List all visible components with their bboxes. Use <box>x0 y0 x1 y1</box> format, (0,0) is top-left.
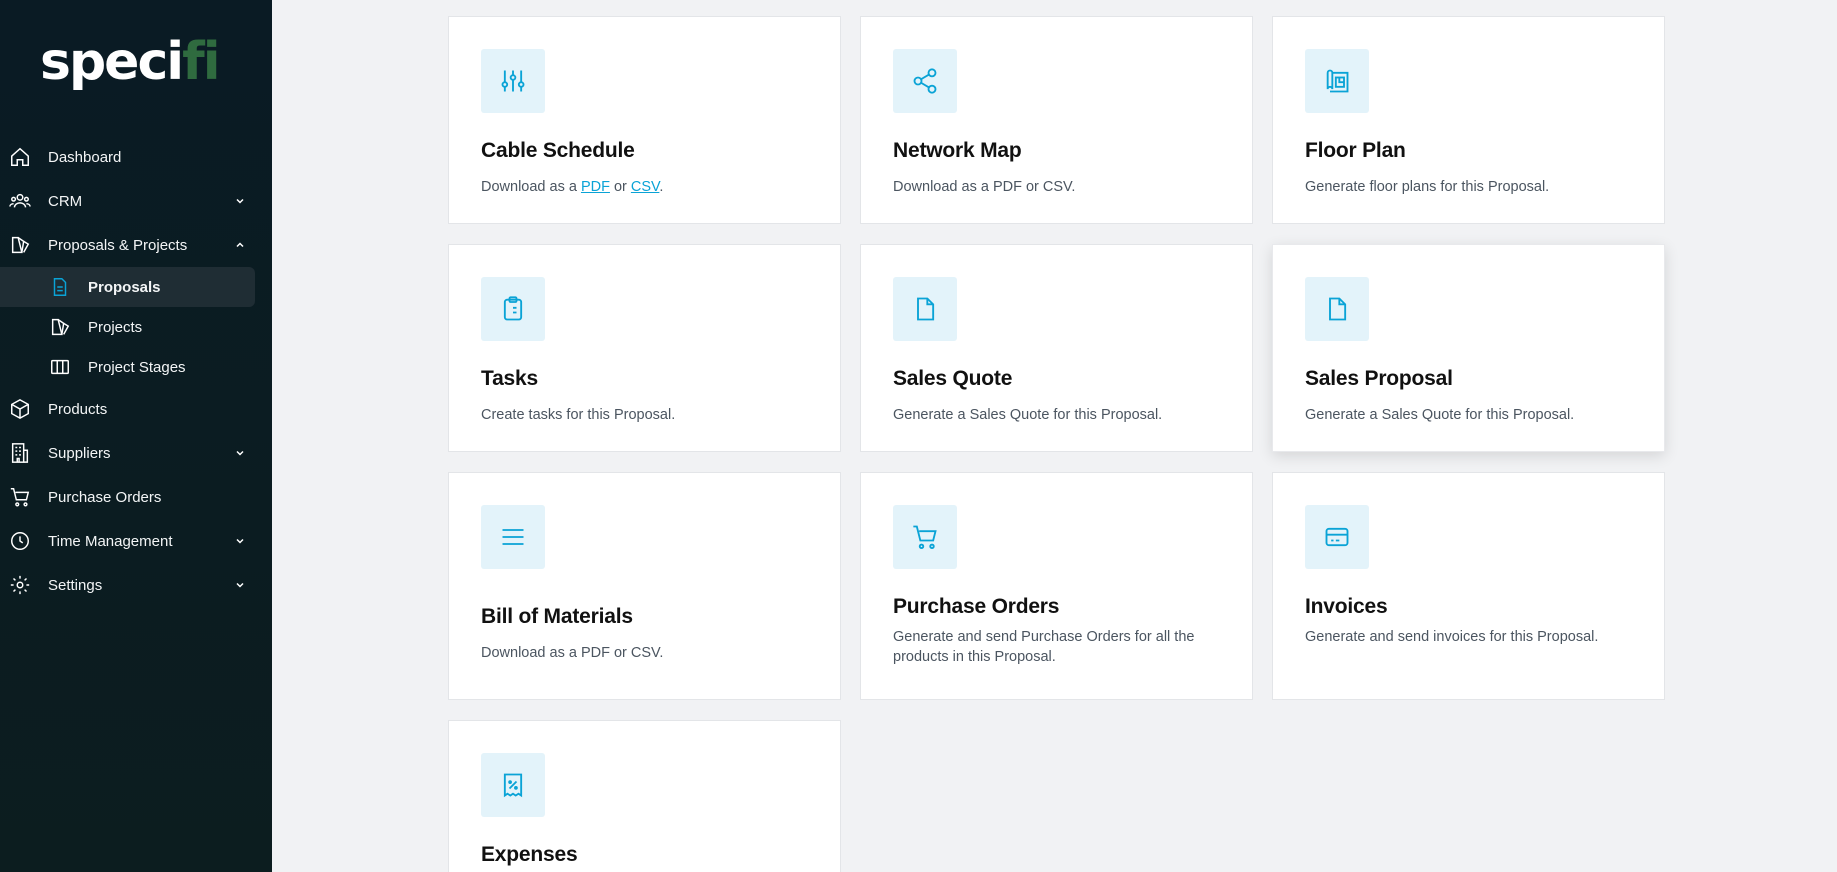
card-description: Download as a PDF or CSV. <box>893 179 1076 195</box>
projects-icon <box>51 318 70 336</box>
sidebar-item-products[interactable]: Products <box>0 387 272 431</box>
icon-tile <box>893 277 957 341</box>
document-icon <box>917 297 935 321</box>
icon-tile <box>893 505 957 569</box>
icon-tile <box>893 49 957 113</box>
logo[interactable]: specifi <box>40 30 221 94</box>
sidebar: specifi Dashboard CRM Proposals & Projec… <box>0 0 272 872</box>
card-description: Generate floor plans for this Proposal. <box>1305 179 1550 195</box>
sidebar-item-label: Dashboard <box>48 148 122 166</box>
card-sales-proposal[interactable]: Sales Proposal Generate a Sales Quote fo… <box>1272 244 1665 452</box>
card-purchase-orders[interactable]: Purchase Orders Generate and send Purcha… <box>860 472 1253 700</box>
chevron-up-icon <box>236 242 244 248</box>
card-description: Download as a PDF or CSV. <box>481 645 664 661</box>
sidebar-item-label: Time Management <box>48 532 173 550</box>
card-title: Sales Quote <box>893 367 1013 390</box>
card-description: Generate a Sales Quote for this Proposal… <box>893 407 1163 423</box>
sliders-icon <box>501 70 525 92</box>
card-floor-plan[interactable]: Floor Plan Generate floor plans for this… <box>1272 16 1665 224</box>
cart-icon <box>10 488 30 507</box>
sidebar-item-label: Products <box>48 400 108 418</box>
share-icon <box>913 68 937 94</box>
icon-tile <box>1305 49 1369 113</box>
menu-lines-icon <box>502 529 524 545</box>
document-icon <box>1329 297 1347 321</box>
home-icon <box>11 147 29 166</box>
icon-tile <box>481 49 545 113</box>
card-expenses[interactable]: Expenses <box>448 720 841 872</box>
sidebar-item-crm[interactable]: CRM <box>0 179 272 223</box>
card-title: Tasks <box>481 367 538 390</box>
icon-tile <box>481 753 545 817</box>
card-cable-schedule[interactable]: Cable Schedule Download as a PDF or CSV. <box>448 16 841 224</box>
chevron-down-icon <box>236 582 244 588</box>
sidebar-item-label: Projects <box>88 318 143 336</box>
icon-tile <box>481 505 545 569</box>
card-sales-quote[interactable]: Sales Quote Generate a Sales Quote for t… <box>860 244 1253 452</box>
cart-icon <box>913 525 937 550</box>
sidebar-item-label: Settings <box>48 576 103 594</box>
sidebar-item-label: Proposals <box>88 278 161 296</box>
box-icon <box>11 398 29 420</box>
icon-tile <box>1305 505 1369 569</box>
sidebar-item-purchase-orders[interactable]: Purchase Orders <box>0 475 272 519</box>
card-title: Purchase Orders <box>893 595 1060 618</box>
sidebar-item-proposals[interactable]: Proposals <box>0 267 255 307</box>
card-bill-of-materials[interactable]: Bill of Materials Download as a PDF or C… <box>448 472 841 700</box>
pdf-link[interactable]: PDF <box>581 179 610 195</box>
card-description-text: . <box>659 179 664 195</box>
building-icon <box>11 443 29 463</box>
sidebar-item-label: Purchase Orders <box>48 488 162 506</box>
card-tasks[interactable]: Tasks Create tasks for this Proposal. <box>448 244 841 452</box>
receipt-percent-icon <box>503 773 523 798</box>
chevron-down-icon <box>236 538 244 544</box>
credit-card-icon <box>1325 527 1349 547</box>
card-invoices[interactable]: Invoices Generate and send invoices for … <box>1272 472 1665 700</box>
card-title: Network Map <box>893 139 1022 162</box>
card-title: Bill of Materials <box>481 605 633 628</box>
logo-text-tail: fi <box>182 32 220 92</box>
users-icon <box>9 193 31 208</box>
columns-icon <box>51 359 69 375</box>
clock-icon <box>11 532 29 550</box>
sidebar-item-label: CRM <box>48 192 83 210</box>
sidebar-item-label: Project Stages <box>88 358 186 376</box>
card-title: Floor Plan <box>1305 139 1406 162</box>
card-title: Expenses <box>481 843 578 866</box>
card-description: Create tasks for this Proposal. <box>481 407 676 423</box>
projects-icon <box>11 236 30 254</box>
sidebar-item-label: Suppliers <box>48 444 111 462</box>
card-description: Generate and send Purchase Orders for al… <box>893 629 1195 665</box>
card-description: Generate a Sales Quote for this Proposal… <box>1305 407 1575 423</box>
sidebar-item-suppliers[interactable]: Suppliers <box>0 431 272 475</box>
sidebar-item-proposals-projects[interactable]: Proposals & Projects <box>0 223 272 267</box>
main-content: Cable Schedule Download as a PDF or CSV.… <box>272 0 1837 872</box>
csv-link[interactable]: CSV <box>631 179 659 195</box>
icon-tile <box>481 277 545 341</box>
sidebar-item-project-stages[interactable]: Project Stages <box>0 347 272 387</box>
clipboard-icon <box>503 296 523 321</box>
sidebar-item-dashboard[interactable]: Dashboard <box>0 135 272 179</box>
icon-tile <box>1305 277 1369 341</box>
chevron-down-icon <box>236 450 244 456</box>
document-icon <box>53 278 67 296</box>
card-title: Invoices <box>1305 595 1388 618</box>
sidebar-nav: Dashboard CRM Proposals & Projects Propo… <box>0 135 272 607</box>
card-description: Download as a PDF or CSV. <box>481 177 816 197</box>
card-network-map[interactable]: Network Map Download as a PDF or CSV. <box>860 16 1253 224</box>
sidebar-item-settings[interactable]: Settings <box>0 563 272 607</box>
logo-text: speci <box>40 32 184 92</box>
card-description: Generate and send invoices for this Prop… <box>1305 629 1599 645</box>
sidebar-item-projects[interactable]: Projects <box>0 307 272 347</box>
gear-icon <box>10 575 30 595</box>
card-title: Cable Schedule <box>481 139 635 162</box>
card-title: Sales Proposal <box>1305 367 1453 390</box>
card-description-text: Download as a <box>481 179 581 195</box>
card-description-text: or <box>609 179 631 195</box>
sidebar-item-time-management[interactable]: Time Management <box>0 519 272 563</box>
chevron-down-icon <box>236 198 244 204</box>
blueprint-icon <box>1326 69 1349 93</box>
sidebar-item-label: Proposals & Projects <box>48 236 188 254</box>
